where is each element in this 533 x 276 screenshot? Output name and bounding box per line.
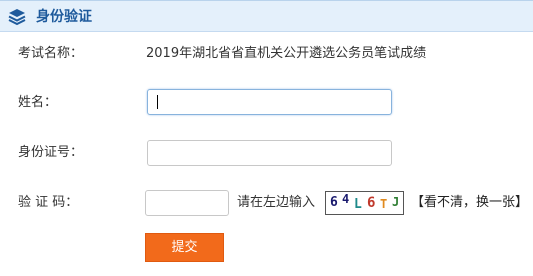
exam-name-label: 考试名称： bbox=[18, 46, 84, 61]
captcha-image[interactable]: 6 4 L 6 T J bbox=[325, 191, 404, 215]
name-input[interactable] bbox=[147, 89, 392, 115]
layers-icon bbox=[8, 9, 26, 26]
captcha-char: 6 bbox=[367, 195, 376, 211]
captcha-char: J bbox=[392, 195, 400, 209]
captcha-input[interactable] bbox=[145, 190, 229, 216]
name-label: 姓名： bbox=[18, 95, 58, 110]
exam-name-value: 2019年湖北省省直机关公开遴选公务员笔试成绩 bbox=[146, 46, 427, 61]
captcha-char: T bbox=[380, 197, 388, 211]
captcha-hint: 请在左边输入 bbox=[237, 195, 316, 210]
captcha-char: 6 bbox=[330, 195, 338, 210]
captcha-char: 4 bbox=[342, 192, 350, 206]
panel-header: 身份验证 bbox=[0, 0, 533, 32]
text-caret bbox=[157, 95, 158, 109]
page-title: 身份验证 bbox=[36, 9, 92, 25]
captcha-label: 验 证 码： bbox=[18, 195, 79, 210]
refresh-captcha-link[interactable]: 【看不清，换一张】 bbox=[411, 194, 528, 212]
id-number-input[interactable] bbox=[147, 140, 392, 166]
submit-button[interactable]: 提交 bbox=[145, 233, 224, 262]
id-number-label: 身份证号： bbox=[18, 145, 84, 160]
identity-verification-panel: 身份验证 考试名称： 2019年湖北省省直机关公开遴选公务员笔试成绩 姓名： 身… bbox=[0, 0, 533, 276]
captcha-char: L bbox=[354, 197, 362, 212]
